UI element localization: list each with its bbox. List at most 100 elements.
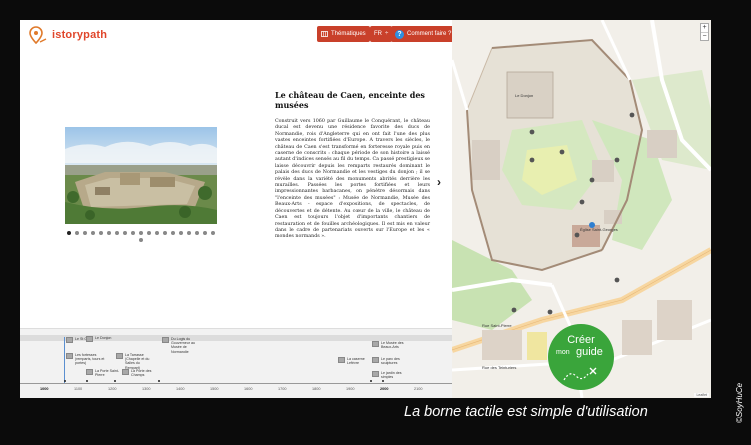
create-guide-label-mon: mon (556, 349, 570, 356)
language-select[interactable]: FR ÷ (370, 26, 393, 42)
carousel-dot[interactable] (211, 231, 215, 235)
carousel-dot[interactable] (179, 231, 183, 235)
event-label: Le jardin des simples (381, 371, 402, 380)
map-label-street: Rue Saint-Pierre (482, 323, 512, 328)
event-label: La Tarrasse (Chapelle et du Salles du Re… (125, 353, 150, 370)
carousel-dot[interactable] (147, 231, 151, 235)
event-thumbnail (66, 353, 73, 359)
timeline-marker (370, 380, 372, 382)
zoom-out-button[interactable]: − (701, 32, 708, 40)
event-label: Le Musée des Beaux-Arts (381, 341, 404, 350)
help-button[interactable]: ? Comment faire ? (391, 26, 456, 42)
carousel-dot[interactable] (139, 231, 143, 235)
castle-photo (65, 127, 217, 224)
carousel-dot[interactable] (155, 231, 159, 235)
map-icon (321, 31, 328, 37)
zoom-in-button[interactable]: + (701, 24, 708, 32)
map-label-donjon: Le Donjon (515, 93, 534, 98)
timeline[interactable]: Le St Gabe Le Donjon Du Logis du Gouvern… (20, 328, 452, 398)
carousel-dot[interactable] (107, 231, 111, 235)
timeline-year-label: 2000 (380, 387, 389, 391)
help-label: Comment faire ? (407, 31, 452, 37)
event-label: La Porte des Champs (131, 369, 152, 378)
timeline-year-label: 1900 (346, 387, 355, 391)
event-thumbnail (338, 357, 345, 363)
thematiques-button[interactable]: Thématiques (317, 26, 370, 42)
event-thumbnail (66, 337, 73, 343)
carousel-dot[interactable] (75, 231, 79, 235)
timeline-event[interactable]: Le Musée des Beaux-Arts (372, 341, 411, 349)
timeline-marker (158, 380, 160, 382)
event-label: Le parc des sculptures (381, 357, 400, 366)
timeline-event[interactable]: Le Donjon (86, 336, 125, 342)
map-label-eglise: Église Saint-Georges (580, 227, 618, 232)
event-thumbnail (372, 357, 379, 363)
article-body: Construit vers 1060 par Guillaume le Con… (275, 119, 430, 240)
timeline-marker (114, 380, 116, 382)
thematiques-label: Thématiques (331, 31, 366, 37)
map-attribution[interactable]: Leaflet (694, 393, 709, 397)
timeline-event[interactable]: Les fortesses (remparts, tours et portes… (66, 353, 105, 366)
timeline-event[interactable]: Le parc des sculptures (372, 357, 411, 365)
carousel-dot[interactable] (203, 231, 207, 235)
event-thumbnail (162, 337, 169, 343)
photo-credit: ©SoyHuCe (735, 382, 744, 423)
article: Le château de Caen, enceinte des musées … (275, 90, 430, 241)
carousel-dot[interactable] (171, 231, 175, 235)
carousel-dot[interactable] (67, 231, 71, 235)
app-logo[interactable]: istorypath (28, 25, 107, 45)
timeline-year-label: 1100 (74, 387, 83, 391)
next-arrow-icon[interactable]: › (437, 175, 441, 189)
photo-caption: La borne tactile est simple d'utilisatio… (404, 404, 648, 420)
timeline-year-label: 1700 (278, 387, 287, 391)
carousel-dot[interactable] (91, 231, 95, 235)
carousel-dot[interactable] (195, 231, 199, 235)
create-guide-label: Créer (567, 334, 595, 346)
zoom-control[interactable]: + − (700, 23, 709, 41)
timeline-event[interactable]: La Porte des Champs (122, 369, 161, 377)
app-header: istorypath Thématiques FR ÷ ? Comment fa… (20, 20, 456, 50)
carousel-dot[interactable] (99, 231, 103, 235)
language-caret: ÷ (385, 31, 389, 37)
event-thumbnail (372, 371, 379, 377)
map[interactable]: Le Donjon Église Saint-Georges Rue Saint… (452, 20, 711, 398)
event-label: Les fortesses (remparts, tours et portes… (75, 353, 105, 366)
help-icon: ? (395, 29, 404, 39)
timeline-event[interactable]: Du Logis du Gouverneur au Musée de Norma… (162, 337, 201, 354)
map-pin-logo-icon (29, 26, 47, 45)
timeline-year-label: 1600 (244, 387, 253, 391)
timeline-year-label: 1800 (312, 387, 321, 391)
timeline-marker (86, 380, 88, 382)
article-title: Le château de Caen, enceinte des musées (275, 90, 425, 110)
event-thumbnail (116, 353, 123, 359)
event-label: Le Donjon (95, 336, 112, 340)
carousel-dot[interactable] (115, 231, 119, 235)
timeline-event[interactable]: La Porte Saint-Pierre (86, 369, 125, 377)
timeline-marker (382, 380, 384, 382)
timeline-cursor[interactable] (64, 337, 65, 383)
app-name: istorypath (52, 29, 108, 41)
carousel-dot[interactable] (139, 238, 143, 242)
carousel-dot[interactable] (187, 231, 191, 235)
timeline-event[interactable]: Le jardin des simples (372, 371, 411, 379)
timeline-axis (20, 383, 452, 384)
carousel-dots (65, 231, 217, 242)
create-guide-button[interactable]: Créer mon guide (548, 324, 614, 390)
event-thumbnail (86, 369, 93, 375)
photo-frame: istorypath Thématiques FR ÷ ? Comment fa… (0, 0, 751, 445)
timeline-year-label: 2100 (414, 387, 423, 391)
timeline-marker (64, 380, 66, 382)
carousel-dot[interactable] (163, 231, 167, 235)
event-label: La Porte Saint-Pierre (95, 369, 119, 378)
timeline-year-label: 1000 (40, 387, 49, 391)
timeline-year-label: 1400 (176, 387, 185, 391)
carousel-dot[interactable] (123, 231, 127, 235)
timeline-event[interactable]: La Tarrasse (Chapelle et du Salles du Re… (116, 353, 155, 370)
language-label: FR (374, 31, 382, 37)
carousel-dot[interactable] (83, 231, 87, 235)
map-label-street: Rue des Teinturiers (482, 365, 517, 370)
route-icon (563, 367, 597, 381)
carousel-dot[interactable] (131, 231, 135, 235)
event-thumbnail (86, 336, 93, 342)
timeline-year-label: 1300 (142, 387, 151, 391)
